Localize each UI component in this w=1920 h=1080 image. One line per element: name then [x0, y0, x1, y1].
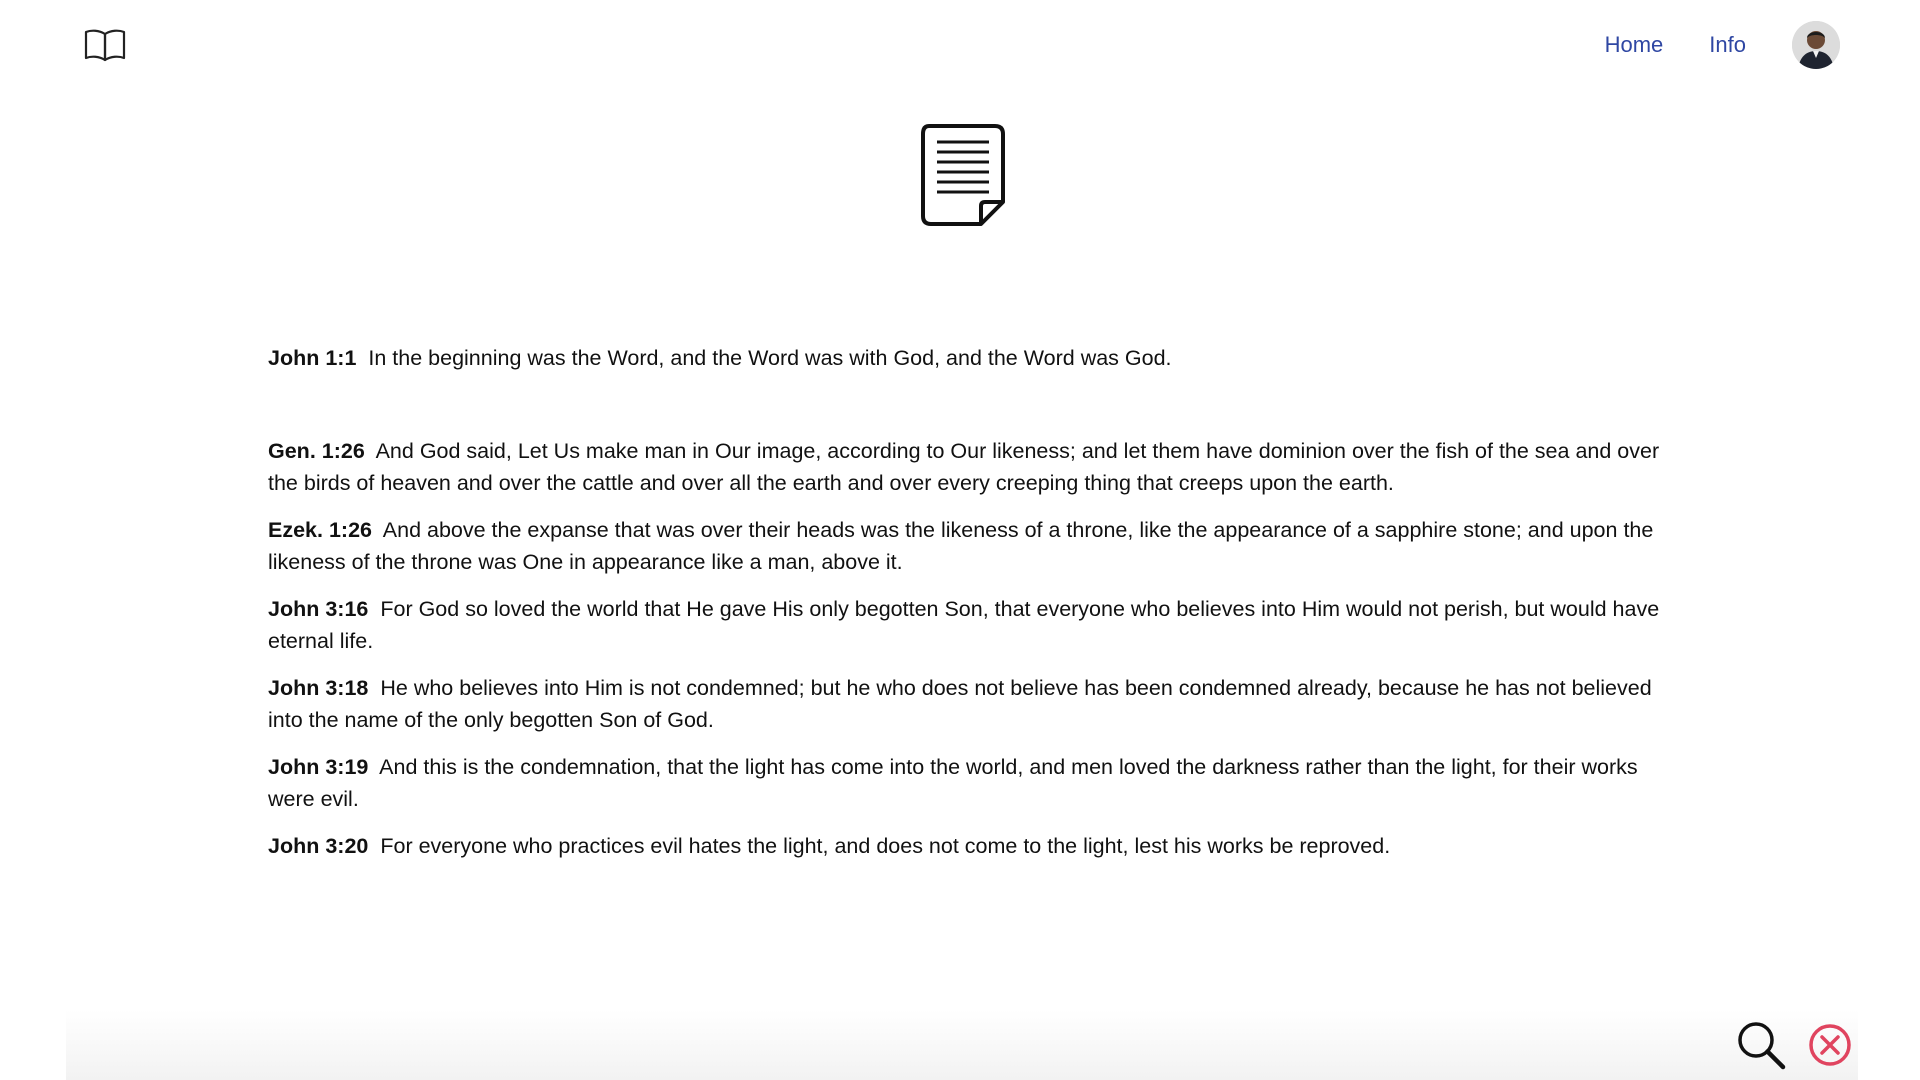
nav-info-link[interactable]: Info: [1709, 32, 1746, 58]
verse-ref[interactable]: John 3:20: [268, 834, 368, 858]
main-verse: John 1:1 In the beginning was the Word, …: [268, 343, 1668, 374]
verse-text: He who believes into Him is not condemne…: [268, 676, 1652, 732]
verse-ref[interactable]: John 3:18: [268, 676, 368, 700]
footer-bar: [66, 1010, 1858, 1080]
verse-list: Gen. 1:26 And God said, Let Us make man …: [268, 436, 1668, 879]
verse-ref[interactable]: John 1:1: [268, 346, 356, 370]
verse-item: John 3:19 And this is the condemnation, …: [268, 752, 1668, 815]
verse-item: John 3:16 For God so loved the world tha…: [268, 594, 1668, 657]
top-nav: Home Info: [1605, 20, 1840, 70]
verse-text: In the beginning was the Word, and the W…: [368, 346, 1172, 370]
verse-ref[interactable]: John 3:16: [268, 597, 368, 621]
footer-actions: [1736, 1020, 1852, 1070]
close-circle-icon[interactable]: [1808, 1023, 1852, 1067]
verse-ref[interactable]: Gen. 1:26: [268, 439, 365, 463]
verse-text: For God so loved the world that He gave …: [268, 597, 1660, 653]
verse-text: And this is the condemnation, that the l…: [268, 755, 1638, 811]
document-icon: [919, 122, 1007, 228]
verse-item: Gen. 1:26 And God said, Let Us make man …: [268, 436, 1668, 499]
avatar[interactable]: [1792, 21, 1840, 69]
nav-home-link[interactable]: Home: [1605, 32, 1664, 58]
verse-text: And above the expanse that was over thei…: [268, 518, 1654, 574]
verse-ref[interactable]: Ezek. 1:26: [268, 518, 372, 542]
search-icon[interactable]: [1736, 1020, 1786, 1070]
page: Home Info John 1:1 In the beginning was …: [0, 0, 1920, 1080]
open-book-icon[interactable]: [84, 28, 126, 62]
verse-item: Ezek. 1:26 And above the expanse that wa…: [268, 515, 1668, 578]
verse-item: John 3:20 For everyone who practices evi…: [268, 831, 1668, 863]
verse-text: And God said, Let Us make man in Our ima…: [268, 439, 1660, 495]
verse-text: For everyone who practices evil hates th…: [380, 834, 1391, 858]
verse-item: John 3:18 He who believes into Him is no…: [268, 673, 1668, 736]
verse-ref[interactable]: John 3:19: [268, 755, 368, 779]
